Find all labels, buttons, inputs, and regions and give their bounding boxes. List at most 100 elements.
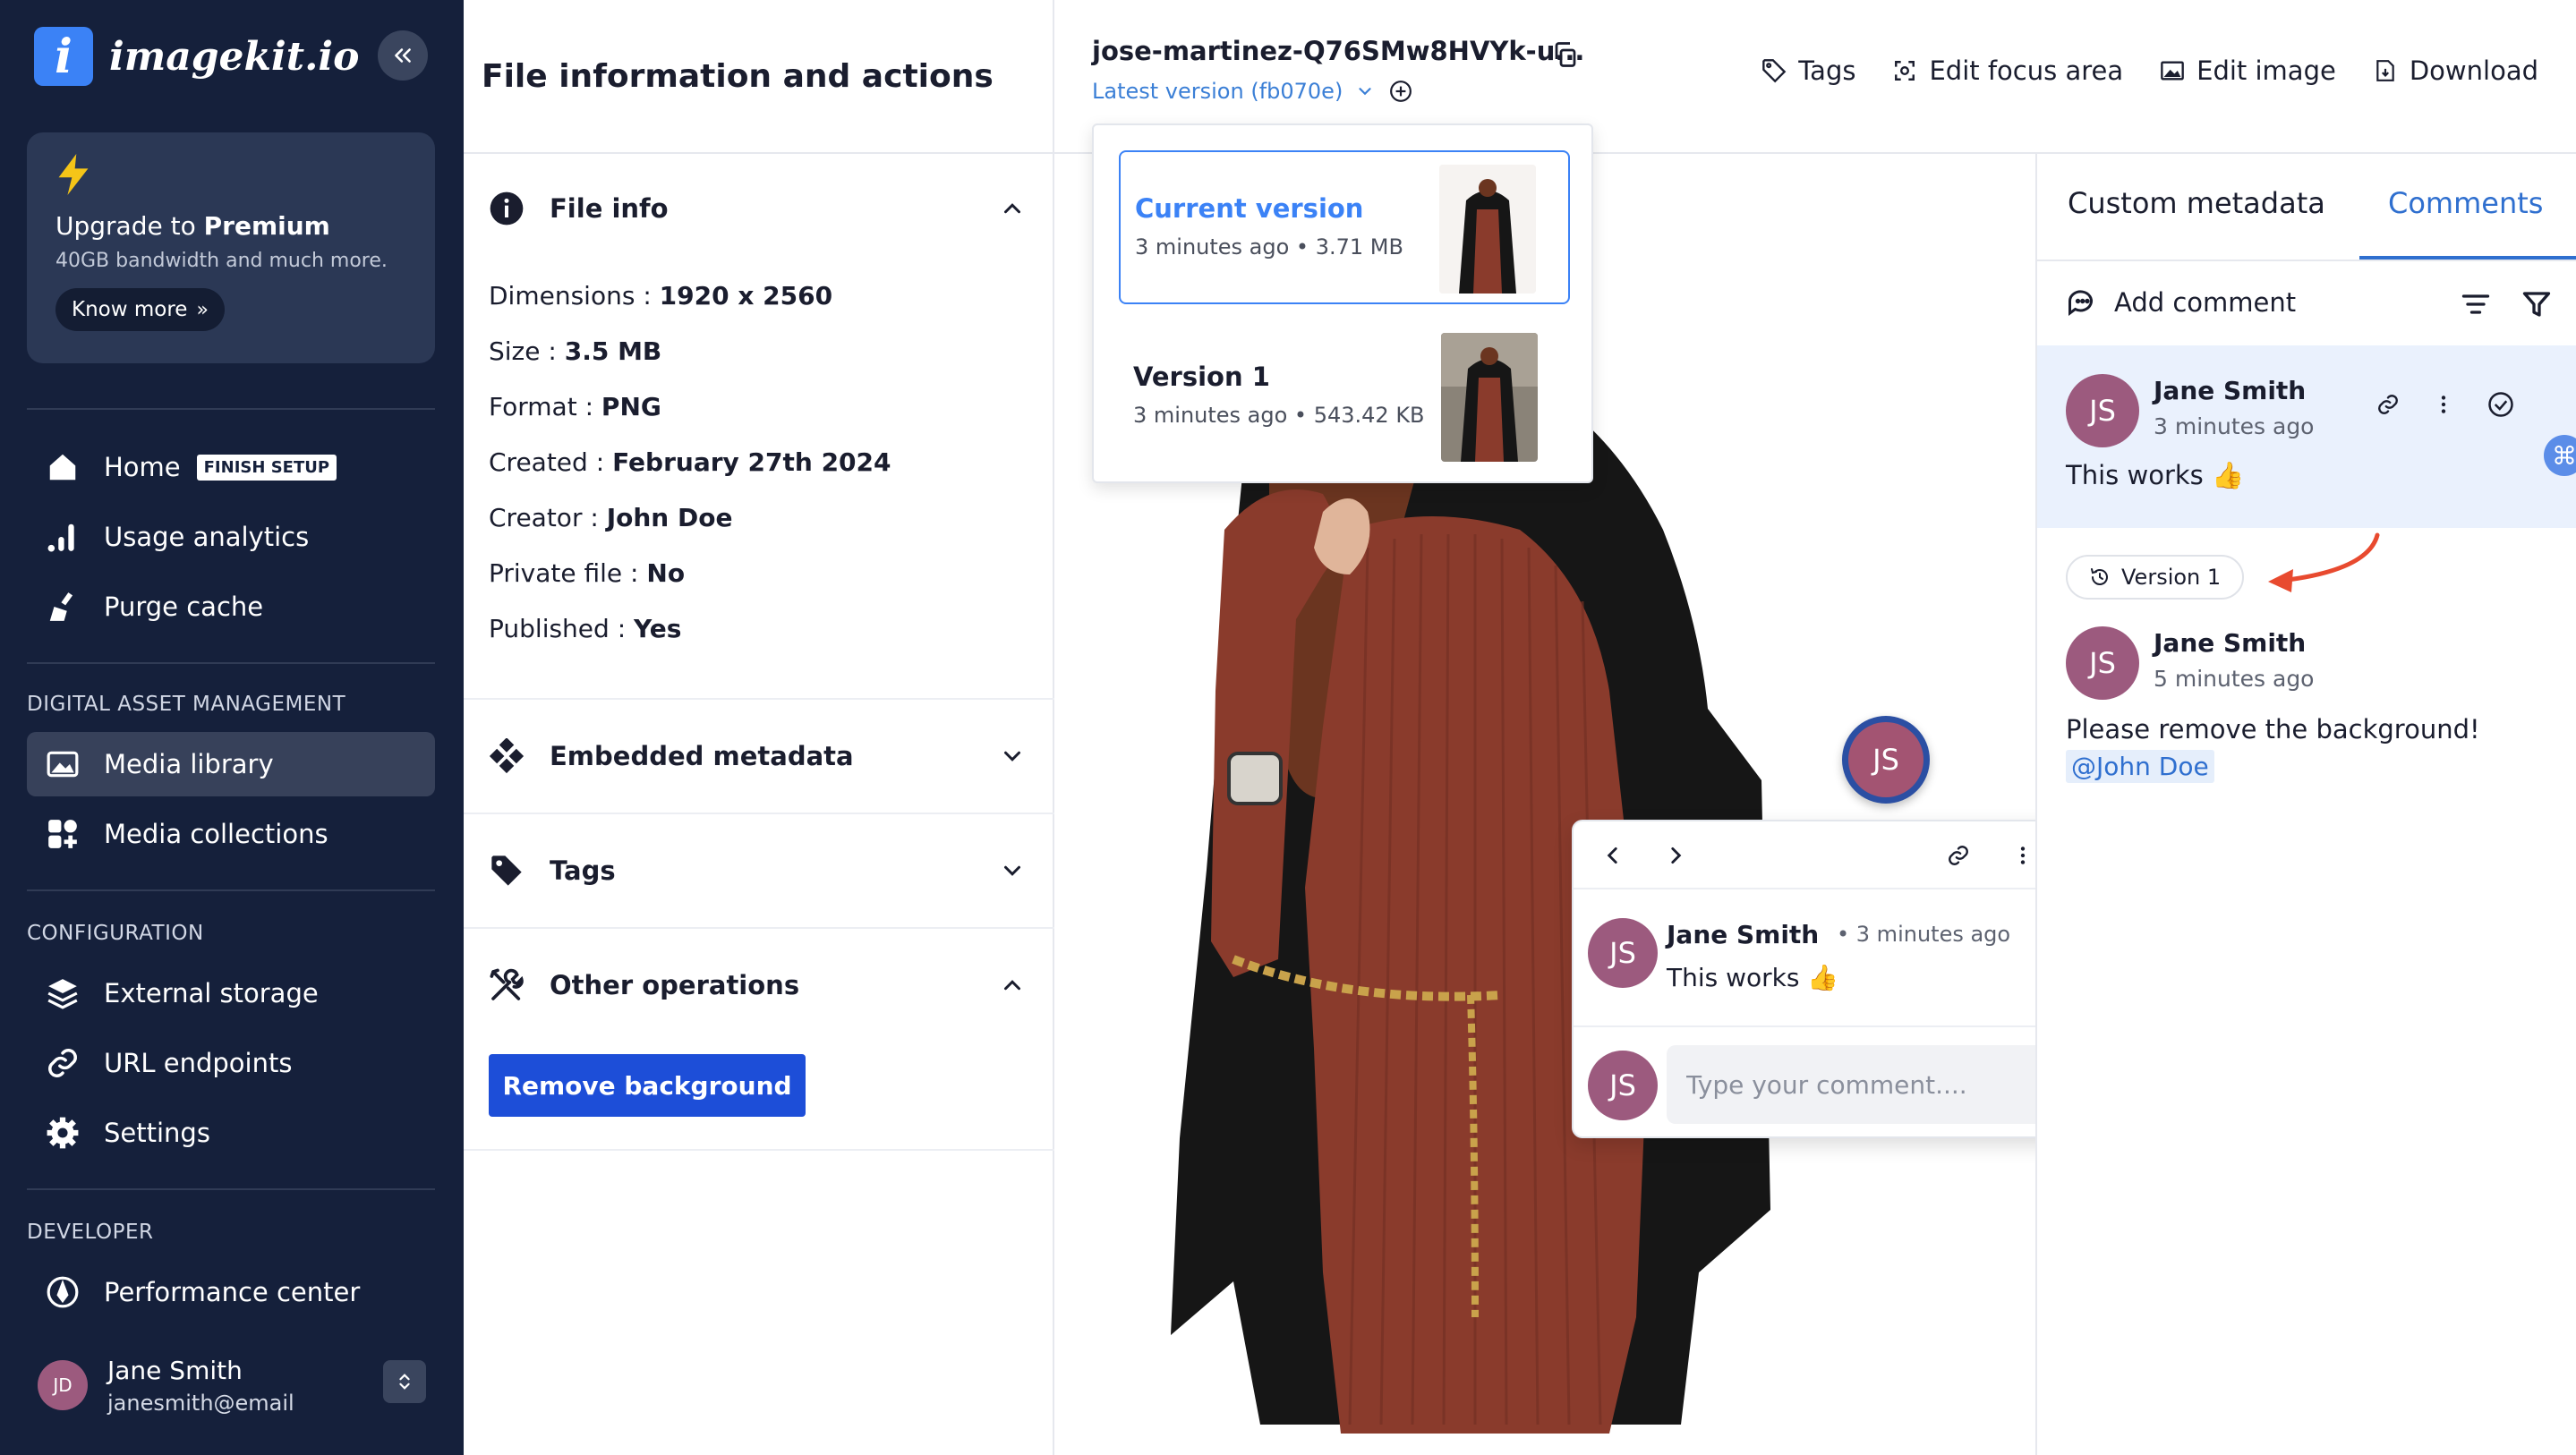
avatar: JS [1848, 722, 1923, 797]
sidebar-item-settings[interactable]: Settings [27, 1101, 435, 1165]
accordion-divider [464, 927, 1054, 929]
sidebar-item-label: Media collections [104, 819, 328, 849]
chevron-left-icon[interactable] [1599, 841, 1627, 870]
comment-time: • 3 minutes ago [1837, 922, 2011, 947]
sidebar-item-label: Media library [104, 749, 274, 779]
sidebar-item-usage-analytics[interactable]: Usage analytics [27, 505, 435, 569]
bar-chart-icon [45, 519, 81, 555]
avatar: JS [2066, 626, 2139, 700]
version-selector[interactable]: Latest version (fb070e) [1092, 79, 1412, 104]
tags-button[interactable]: Tags [1761, 55, 1855, 86]
lightning-icon [58, 154, 89, 195]
account-switcher-button[interactable] [383, 1360, 426, 1403]
active-tab-indicator [2359, 256, 2576, 260]
accordion-file-info[interactable]: File info [464, 177, 1054, 240]
accordion-divider [464, 1149, 1054, 1151]
sort-icon[interactable] [2460, 288, 2492, 320]
comment-pin[interactable]: JS [1842, 716, 1930, 804]
collapse-sidebar-button[interactable] [378, 30, 428, 81]
imagekit-logo[interactable]: i imagekit.io [34, 27, 359, 86]
sidebar-divider [27, 408, 435, 410]
chevron-down-icon [1004, 751, 1020, 762]
sidebar-item-url-endpoints[interactable]: URL endpoints [27, 1031, 435, 1095]
sidebar-item-label: Usage analytics [104, 522, 310, 552]
comment-author: Jane Smith [2154, 376, 2307, 405]
comment-bubble-icon [2068, 290, 2093, 316]
resolve-check-icon[interactable] [2486, 390, 2515, 419]
accordion-other-operations[interactable]: Other operations [464, 954, 1054, 1017]
comment-item[interactable]: JS Jane Smith 3 minutes ago This works 👍 [2037, 345, 2576, 528]
comment-time: 3 minutes ago [2154, 413, 2315, 439]
accordion-embedded-metadata[interactable]: Embedded metadata [464, 725, 1054, 787]
more-vertical-icon[interactable] [2009, 841, 2037, 870]
avatar: JD [38, 1360, 88, 1410]
section-label-config: CONFIGURATION [27, 922, 204, 945]
file-name: jose-martinez-Q76SMw8HVYk-u... [1092, 36, 1585, 66]
copy-icon[interactable] [1552, 41, 1579, 68]
broom-icon [45, 589, 81, 625]
user-mention[interactable]: @John Doe [2066, 750, 2214, 783]
double-chevron-left-icon [395, 48, 411, 63]
file-info-private: Private file : No [489, 558, 686, 588]
version-meta: 3 minutes ago • 543.42 KB [1133, 403, 1425, 428]
file-info-dimensions: Dimensions : 1920 x 2560 [489, 281, 833, 311]
more-vertical-icon[interactable] [2429, 390, 2458, 419]
sidebar-item-purge-cache[interactable]: Purge cache [27, 574, 435, 639]
sidebar-item-media-library[interactable]: Media library [27, 732, 435, 796]
logo-mark: i [34, 27, 93, 86]
remove-background-button[interactable]: Remove background [489, 1054, 806, 1117]
download-button[interactable]: Download [2372, 55, 2538, 86]
upgrade-subtitle: 40GB bandwidth and much more. [55, 250, 388, 272]
gear-icon [45, 1115, 81, 1151]
accordion-tags[interactable]: Tags [464, 839, 1054, 902]
file-actions-toolbar: Tags Edit focus area Edit image Download [1761, 55, 2538, 86]
link-icon[interactable] [1944, 841, 1973, 870]
version-option-current[interactable]: Current version 3 minutes ago • 3.71 MB [1119, 150, 1570, 304]
avatar: JS [1588, 1051, 1658, 1120]
file-info-created: Created : February 27th 2024 [489, 447, 891, 477]
tab-custom-metadata[interactable]: Custom metadata [2068, 186, 2325, 220]
chevron-down-icon [1004, 865, 1020, 876]
comment-author: Jane Smith [2154, 628, 2307, 658]
user-email: janesmith@email [107, 1390, 294, 1416]
add-comment-button[interactable]: Add comment [2066, 286, 2296, 319]
file-info-published: Published : Yes [489, 614, 682, 643]
gauge-icon [45, 1274, 81, 1310]
chevron-down-icon [1359, 88, 1371, 96]
version-meta: 3 minutes ago • 3.71 MB [1135, 234, 1403, 260]
sidebar-item-external-storage[interactable]: External storage [27, 961, 435, 1025]
edit-image-button[interactable]: Edit image [2159, 55, 2336, 86]
sidebar-item-home[interactable]: Home FINISH SETUP [27, 435, 435, 499]
comments-panel: Custom metadata Comments Add comment JS … [2035, 154, 2576, 1455]
home-icon [45, 449, 81, 485]
edit-focus-area-button[interactable]: Edit focus area [1891, 55, 2123, 86]
download-file-icon [2372, 57, 2399, 84]
know-more-button[interactable]: Know more » [55, 288, 225, 331]
image-icon [2159, 57, 2186, 84]
sidebar-item-media-collections[interactable]: Media collections [27, 802, 435, 866]
layers-icon [45, 975, 81, 1011]
sidebar-item-label: External storage [104, 978, 319, 1008]
finish-setup-badge[interactable]: FINISH SETUP [196, 454, 337, 481]
focus-icon [1891, 57, 1918, 84]
sidebar-divider [27, 889, 435, 891]
sidebar-item-label: Home [104, 452, 181, 482]
file-info-size: Size : 3.5 MB [489, 336, 662, 366]
link-icon[interactable] [2374, 390, 2402, 419]
version-option-1[interactable]: Version 1 3 minutes ago • 543.42 KB [1119, 320, 1570, 474]
comment-author: Jane Smith [1667, 920, 1820, 949]
add-version-icon[interactable] [1389, 80, 1412, 103]
tab-comments[interactable]: Comments [2388, 186, 2543, 220]
sidebar-item-label: Settings [104, 1118, 210, 1148]
chevron-up-icon [1004, 980, 1020, 991]
user-profile[interactable]: JD Jane Smith janesmith@email [38, 1349, 435, 1421]
chevron-up-down-icon [399, 1374, 410, 1390]
filter-icon[interactable] [2521, 288, 2553, 320]
sidebar-item-performance-center[interactable]: Performance center [27, 1260, 435, 1324]
chevron-right-icon[interactable] [1661, 841, 1690, 870]
sidebar-item-label: Performance center [104, 1277, 361, 1307]
image-icon [45, 746, 81, 782]
version-chip[interactable]: Version 1 [2066, 555, 2245, 600]
right-panel-tabs: Custom metadata Comments [2037, 154, 2576, 261]
sidebar-item-label: Purge cache [104, 591, 264, 622]
